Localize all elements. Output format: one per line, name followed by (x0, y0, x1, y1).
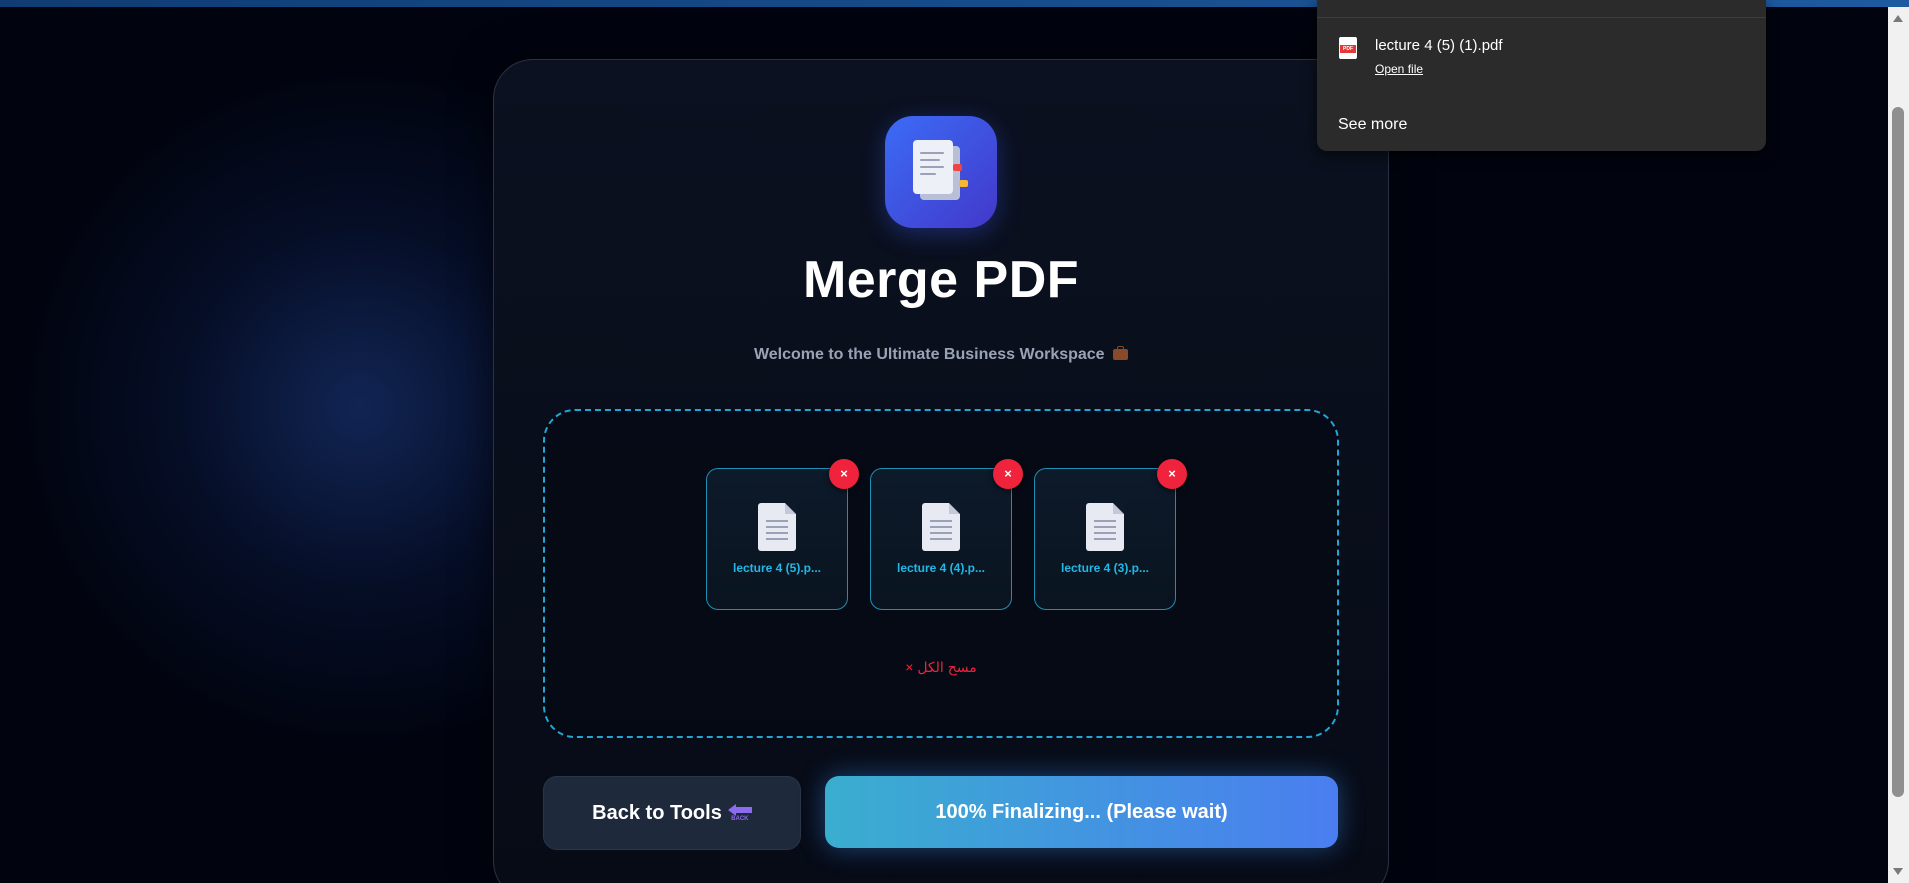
file-icon (758, 503, 796, 551)
back-button-label: Back to Tools (592, 801, 722, 824)
document-icon (885, 116, 997, 228)
scrollbar-thumb[interactable] (1892, 107, 1904, 797)
remove-file-button[interactable]: × (1157, 459, 1187, 489)
back-arrow-icon: BACK (727, 802, 752, 824)
file-card[interactable]: lecture 4 (4).p... × (870, 459, 1023, 610)
merge-pdf-card: Merge PDF Welcome to the Ultimate Busine… (493, 59, 1389, 883)
downloads-popup: PDF lecture 4 (5) (1).pdf Open file See … (1317, 0, 1766, 151)
back-icon-text: BACK (731, 816, 749, 822)
see-more-link[interactable]: See more (1338, 116, 1407, 134)
remove-file-button[interactable]: × (829, 459, 859, 489)
download-file-name[interactable]: lecture 4 (5) (1).pdf (1375, 37, 1503, 54)
file-dropzone[interactable]: lecture 4 (5).p... × lecture 4 (4).p... … (543, 409, 1339, 738)
file-icon (922, 503, 960, 551)
subtitle-text: Welcome to the Ultimate Business Workspa… (753, 346, 1105, 363)
pdf-icon-label: PDF (1340, 45, 1356, 53)
open-file-link[interactable]: Open file (1375, 62, 1423, 76)
clear-all-label[interactable]: مسح الكل × (905, 659, 976, 675)
popup-divider (1317, 17, 1766, 18)
progress-label: 100% Finalizing... (Please wait) (935, 800, 1228, 823)
file-card[interactable]: lecture 4 (5).p... × (706, 459, 859, 610)
clear-all-button[interactable]: مسح الكل × (545, 659, 1337, 676)
pdf-file-icon: PDF (1339, 37, 1357, 59)
vertical-scrollbar[interactable] (1888, 7, 1909, 883)
file-name: lecture 4 (3).p... (1060, 561, 1150, 575)
scroll-down-arrow-icon[interactable] (1893, 868, 1903, 875)
page-subtitle: Welcome to the Ultimate Business Workspa… (494, 346, 1388, 364)
file-name: lecture 4 (5).p... (732, 561, 822, 575)
file-icon (1086, 503, 1124, 551)
back-to-tools-button[interactable]: Back to Tools BACK (543, 776, 801, 850)
page-title: Merge PDF (802, 251, 1080, 309)
briefcase-icon (1113, 346, 1129, 360)
file-card[interactable]: lecture 4 (3).p... × (1034, 459, 1187, 610)
scroll-up-arrow-icon[interactable] (1893, 15, 1903, 22)
remove-file-button[interactable]: × (993, 459, 1023, 489)
file-name: lecture 4 (4).p... (896, 561, 986, 575)
merge-progress-button[interactable]: 100% Finalizing... (Please wait) (825, 776, 1338, 848)
